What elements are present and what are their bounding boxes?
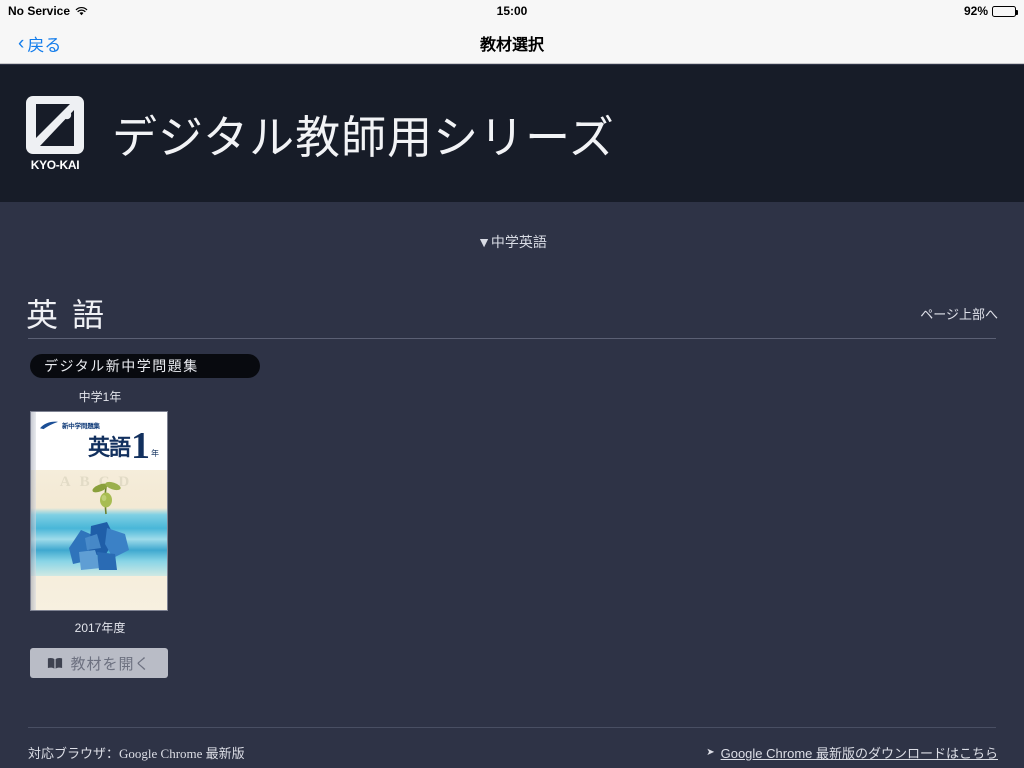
cover-spine bbox=[31, 412, 36, 610]
page-title-label: 教材選択 bbox=[479, 37, 544, 54]
cover-publisher-label: 新中学問題集 bbox=[62, 423, 100, 430]
cover-number-suffix: 年 bbox=[151, 449, 159, 458]
site-title: デジタル教師用シリーズ bbox=[112, 113, 615, 163]
supported-browser-note: 対応ブラウザ：Google Chrome 最新版 bbox=[28, 746, 245, 761]
arrow-right-icon: ➤ bbox=[706, 746, 715, 758]
status-bar-clock: 15:00 bbox=[0, 0, 1024, 22]
series-badge: デジタル新中学問題集 bbox=[30, 354, 260, 378]
clock-label: 15:00 bbox=[496, 4, 528, 18]
cover-sprout-illustration bbox=[89, 476, 123, 516]
category-selector[interactable]: ▼中学英語 bbox=[0, 232, 1024, 252]
book-year-label: 2017年度 bbox=[74, 621, 126, 635]
cover-title: 英語 1 年 bbox=[87, 425, 159, 468]
category-selector-label: ▼中学英語 bbox=[477, 234, 547, 250]
open-material-button-label: 教材を開く bbox=[70, 656, 151, 673]
subject-heading: 英語 bbox=[26, 297, 119, 333]
footer-divider bbox=[28, 727, 996, 728]
kyokai-logo-icon bbox=[26, 95, 84, 154]
page-title: 教材選択 bbox=[0, 22, 1024, 64]
cover-rock-illustration bbox=[61, 508, 141, 574]
page-footer: 対応ブラウザ：Google Chrome 最新版 ➤ Google Chrome… bbox=[0, 727, 1024, 768]
site-header: KYO-KAI デジタル教師用シリーズ bbox=[0, 65, 1024, 202]
subject-header-row: 英語 ページ上部へ bbox=[0, 290, 1024, 336]
ios-status-bar: No Service 15:00 92% bbox=[0, 0, 1024, 22]
brand-logo-text: KYO-KAI bbox=[30, 157, 80, 172]
series-badge-label: デジタル新中学問題集 bbox=[44, 360, 199, 375]
chrome-download-link-label: Google Chrome 最新版のダウンロードはこちら bbox=[720, 746, 998, 761]
page-top-link-label: ページ上部へ bbox=[920, 307, 998, 322]
cover-number-label: 1 bbox=[131, 425, 150, 468]
ios-nav-bar: ‹ 戻る 教材選択 bbox=[0, 22, 1024, 64]
status-bar-right: 92% bbox=[963, 4, 1018, 18]
main-content: ▼中学英語 英語 ページ上部へ デジタル新中学問題集 中学1年 ABCD 新中学… bbox=[0, 202, 1024, 727]
brand-logo: KYO-KAI bbox=[24, 95, 86, 172]
battery-icon bbox=[992, 5, 1018, 17]
book-cover-thumbnail[interactable]: ABCD 新中学問題集 英語 1 年 bbox=[30, 411, 168, 611]
page-top-link[interactable]: ページ上部へ bbox=[920, 304, 998, 323]
section-divider bbox=[28, 338, 996, 339]
book-grade-label: 中学1年 bbox=[78, 390, 122, 404]
book-icon bbox=[47, 657, 63, 669]
open-material-button[interactable]: 教材を開く bbox=[30, 648, 168, 678]
carrier-label: No Service bbox=[8, 4, 71, 18]
chrome-download-link[interactable]: ➤ Google Chrome 最新版のダウンロードはこちら bbox=[706, 743, 998, 762]
battery-percent-label: 92% bbox=[963, 4, 988, 18]
wifi-icon bbox=[75, 6, 88, 17]
swoosh-icon bbox=[40, 421, 58, 429]
cover-publisher-logo: 新中学問題集 bbox=[39, 420, 100, 430]
cover-subject-label: 英語 bbox=[87, 435, 131, 460]
status-bar-left: No Service bbox=[8, 4, 88, 18]
book-card: 中学1年 ABCD 新中学問題集 英語 1 年 2017年度 教材を開く bbox=[30, 388, 170, 678]
